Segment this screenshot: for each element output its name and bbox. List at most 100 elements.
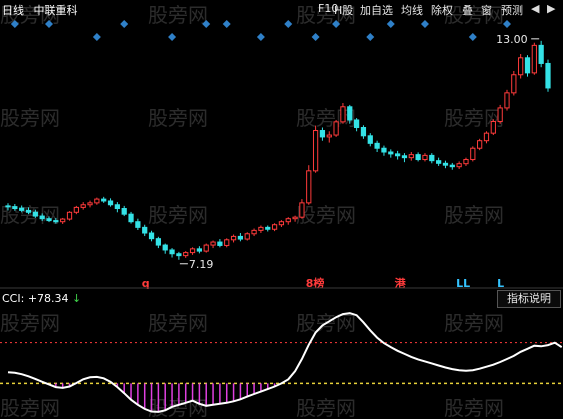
candle-up xyxy=(66,211,73,220)
period-label: 日线 xyxy=(2,4,24,17)
candle-down xyxy=(442,162,449,166)
diamond-marker xyxy=(468,33,477,41)
candle-up xyxy=(531,44,537,74)
candle-up xyxy=(422,154,428,161)
candle-down xyxy=(347,106,353,121)
candle-up xyxy=(477,140,483,149)
chart-title: 日线 中联重科 xyxy=(2,2,78,18)
candle-up xyxy=(230,235,237,241)
watermark-text: 股旁网 xyxy=(296,396,356,419)
prev-arrow-icon[interactable]: ◀ xyxy=(531,2,539,15)
candle-down xyxy=(265,226,271,230)
candle-up xyxy=(483,132,490,142)
candle-down xyxy=(32,211,38,217)
candle-up xyxy=(183,252,189,257)
candle-down xyxy=(360,127,367,137)
candle-down xyxy=(217,241,223,246)
candle-down xyxy=(395,153,401,157)
diamond-marker-layer xyxy=(10,20,511,41)
candle-up xyxy=(299,202,305,218)
candle-up xyxy=(278,221,285,226)
indicator-value: +78.34 xyxy=(27,292,69,305)
chart-canvas: 股旁网 股旁网 股旁网 股旁网股旁网 股旁网 股旁网 股旁网股旁网 股旁网 股旁网 股旁网股旁网股… xyxy=(0,3,563,419)
candle-down xyxy=(415,154,421,161)
candle-up xyxy=(463,159,469,165)
candle-down xyxy=(319,130,326,138)
indicator-help-button[interactable]: 指标说明 xyxy=(497,290,561,308)
candle-down xyxy=(25,209,32,213)
candle-up xyxy=(87,202,93,206)
candle-up xyxy=(80,204,86,208)
diamond-marker xyxy=(366,33,375,41)
diamond-marker xyxy=(222,20,231,28)
watermark-text: 股旁网 xyxy=(444,311,504,335)
candle-down xyxy=(353,119,360,129)
candle-down xyxy=(121,208,127,215)
diamond-marker xyxy=(284,20,293,28)
candle-down xyxy=(237,235,244,240)
candle-down xyxy=(135,221,141,228)
candle-up xyxy=(94,198,100,204)
ex-rights-button[interactable]: 除权 xyxy=(431,2,453,18)
candle-up xyxy=(306,170,312,204)
h-share-button[interactable]: H股 xyxy=(334,2,353,18)
candle-up xyxy=(312,130,319,172)
forecast-button[interactable]: 预测 xyxy=(501,2,523,18)
candle-down xyxy=(128,213,134,223)
diamond-marker xyxy=(168,33,177,41)
candle-up xyxy=(203,244,209,252)
candle-up xyxy=(258,226,264,231)
candle-up xyxy=(456,163,462,168)
watermark-text: 股旁网 xyxy=(148,106,208,130)
candle-down xyxy=(53,220,59,223)
candle-up xyxy=(326,134,332,138)
candle-up xyxy=(189,248,196,254)
candle-up xyxy=(271,224,278,230)
candle-down xyxy=(374,142,380,149)
candle-down xyxy=(114,204,120,210)
moving-average-button[interactable]: 均线 xyxy=(401,2,423,18)
candle-up xyxy=(470,147,476,161)
candle-up xyxy=(490,120,496,134)
candle-down xyxy=(381,147,387,153)
watermark-text: 股旁网 xyxy=(296,106,356,130)
candle-up xyxy=(73,206,79,213)
watermark-text: 股旁网 xyxy=(0,106,60,130)
candle-up xyxy=(518,57,524,76)
chart-toolbar: 日线 中联重科 F10 H股 加自选 均线 除权 叠 窗 预测 ◀ ▶ xyxy=(0,0,563,18)
diamond-marker xyxy=(311,33,320,41)
candle-down xyxy=(176,253,182,257)
diamond-marker xyxy=(256,33,265,41)
candle-up xyxy=(224,239,230,246)
diamond-marker xyxy=(386,20,395,28)
add-watchlist-button[interactable]: 加自选 xyxy=(360,2,393,18)
watermark-text: 股旁网 xyxy=(444,203,504,227)
watermark-text: 股旁网 xyxy=(148,203,208,227)
candle-up xyxy=(340,106,346,123)
candle-down xyxy=(401,155,408,159)
candle-down xyxy=(142,226,148,234)
stock-name: 中联重科 xyxy=(33,4,78,17)
candle-down xyxy=(196,248,203,252)
candle-up xyxy=(210,241,216,246)
window-button[interactable]: 窗 xyxy=(481,2,492,18)
candle-down xyxy=(545,62,551,89)
overlay-button[interactable]: 叠 xyxy=(462,2,473,18)
candle-down xyxy=(107,200,114,206)
candle-up xyxy=(292,216,298,220)
watermark-text: 股旁网 xyxy=(444,396,504,419)
candle-up xyxy=(244,233,250,240)
candle-down xyxy=(12,206,18,210)
candle-up xyxy=(408,154,414,159)
candle-up xyxy=(497,107,503,122)
candle-down xyxy=(162,244,168,251)
candle-down xyxy=(449,164,455,168)
candle-down xyxy=(5,205,11,208)
diamond-marker xyxy=(420,20,429,28)
watermark-text: 股旁网 xyxy=(296,203,356,227)
candle-down xyxy=(46,218,52,222)
watermark-text: 股旁网 xyxy=(0,311,60,335)
next-arrow-icon[interactable]: ▶ xyxy=(547,2,555,15)
candle-down xyxy=(148,232,155,240)
diamond-marker xyxy=(120,20,129,28)
